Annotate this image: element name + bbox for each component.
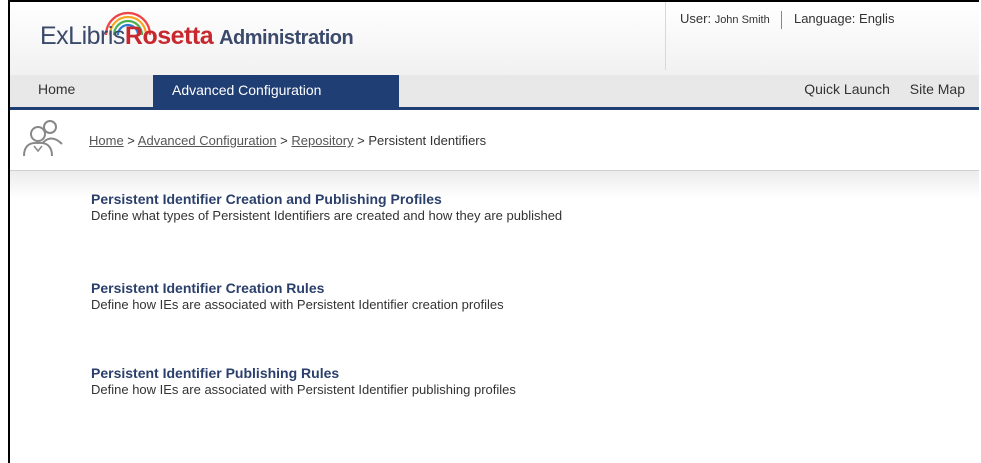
pid-publishing-rules-link[interactable]: Persistent Identifier Publishing Rules — [91, 364, 516, 382]
quick-launch-link[interactable]: Quick Launch — [804, 81, 890, 97]
list-item: Persistent Identifier Creation and Publi… — [91, 190, 562, 224]
breadcrumb: Home > Advanced Configuration > Reposito… — [89, 133, 486, 148]
list-item: Persistent Identifier Creation Rules Def… — [91, 279, 504, 313]
divider — [781, 10, 783, 29]
breadcrumb-current: Persistent Identifiers — [368, 133, 487, 148]
nav-tab-home[interactable]: Home — [38, 81, 75, 97]
header: ExLibrisRosetta Administration User: John… — [10, 2, 979, 75]
users-icon — [23, 120, 63, 157]
user-info: User: John Smith Language: Englis — [665, 2, 894, 70]
user-label: User: — [680, 11, 712, 26]
list-item: Persistent Identifier Publishing Rules D… — [91, 364, 516, 398]
item-description: Define what types of Persistent Identifi… — [91, 208, 563, 223]
breadcrumb-separator: > — [276, 133, 292, 148]
item-description: Define how IEs are associated with Persi… — [91, 297, 504, 312]
pid-profiles-link[interactable]: Persistent Identifier Creation and Publi… — [91, 190, 562, 208]
main-nav: Home Advanced Configuration Quick Launch… — [10, 75, 979, 110]
site-map-link[interactable]: Site Map — [910, 81, 965, 97]
pid-creation-rules-link[interactable]: Persistent Identifier Creation Rules — [91, 279, 504, 297]
breadcrumb-separator: > — [123, 133, 138, 148]
nav-links-right: Quick Launch Site Map — [788, 81, 965, 97]
logo-administration: Administration — [219, 27, 354, 49]
logo-exlibris: ExLibris — [40, 22, 125, 50]
breadcrumb-advanced-configuration[interactable]: Advanced Configuration — [138, 133, 277, 148]
breadcrumb-repository[interactable]: Repository — [291, 133, 353, 148]
breadcrumb-bar: Home > Advanced Configuration > Reposito… — [10, 110, 979, 171]
nav-tab-advanced-configuration[interactable]: Advanced Configuration — [153, 75, 399, 107]
logo[interactable]: ExLibrisRosetta Administration — [40, 22, 354, 51]
main-content: Persistent Identifier Creation and Publi… — [10, 171, 979, 463]
breadcrumb-home[interactable]: Home — [89, 133, 124, 148]
language-selector[interactable]: Language: Englis — [794, 11, 894, 26]
logo-rosetta: Rosetta — [124, 22, 214, 50]
app-window: ExLibrisRosetta Administration User: John… — [8, 0, 979, 463]
item-description: Define how IEs are associated with Persi… — [91, 382, 516, 397]
user-name[interactable]: John Smith — [715, 14, 770, 26]
breadcrumb-separator: > — [353, 133, 369, 148]
